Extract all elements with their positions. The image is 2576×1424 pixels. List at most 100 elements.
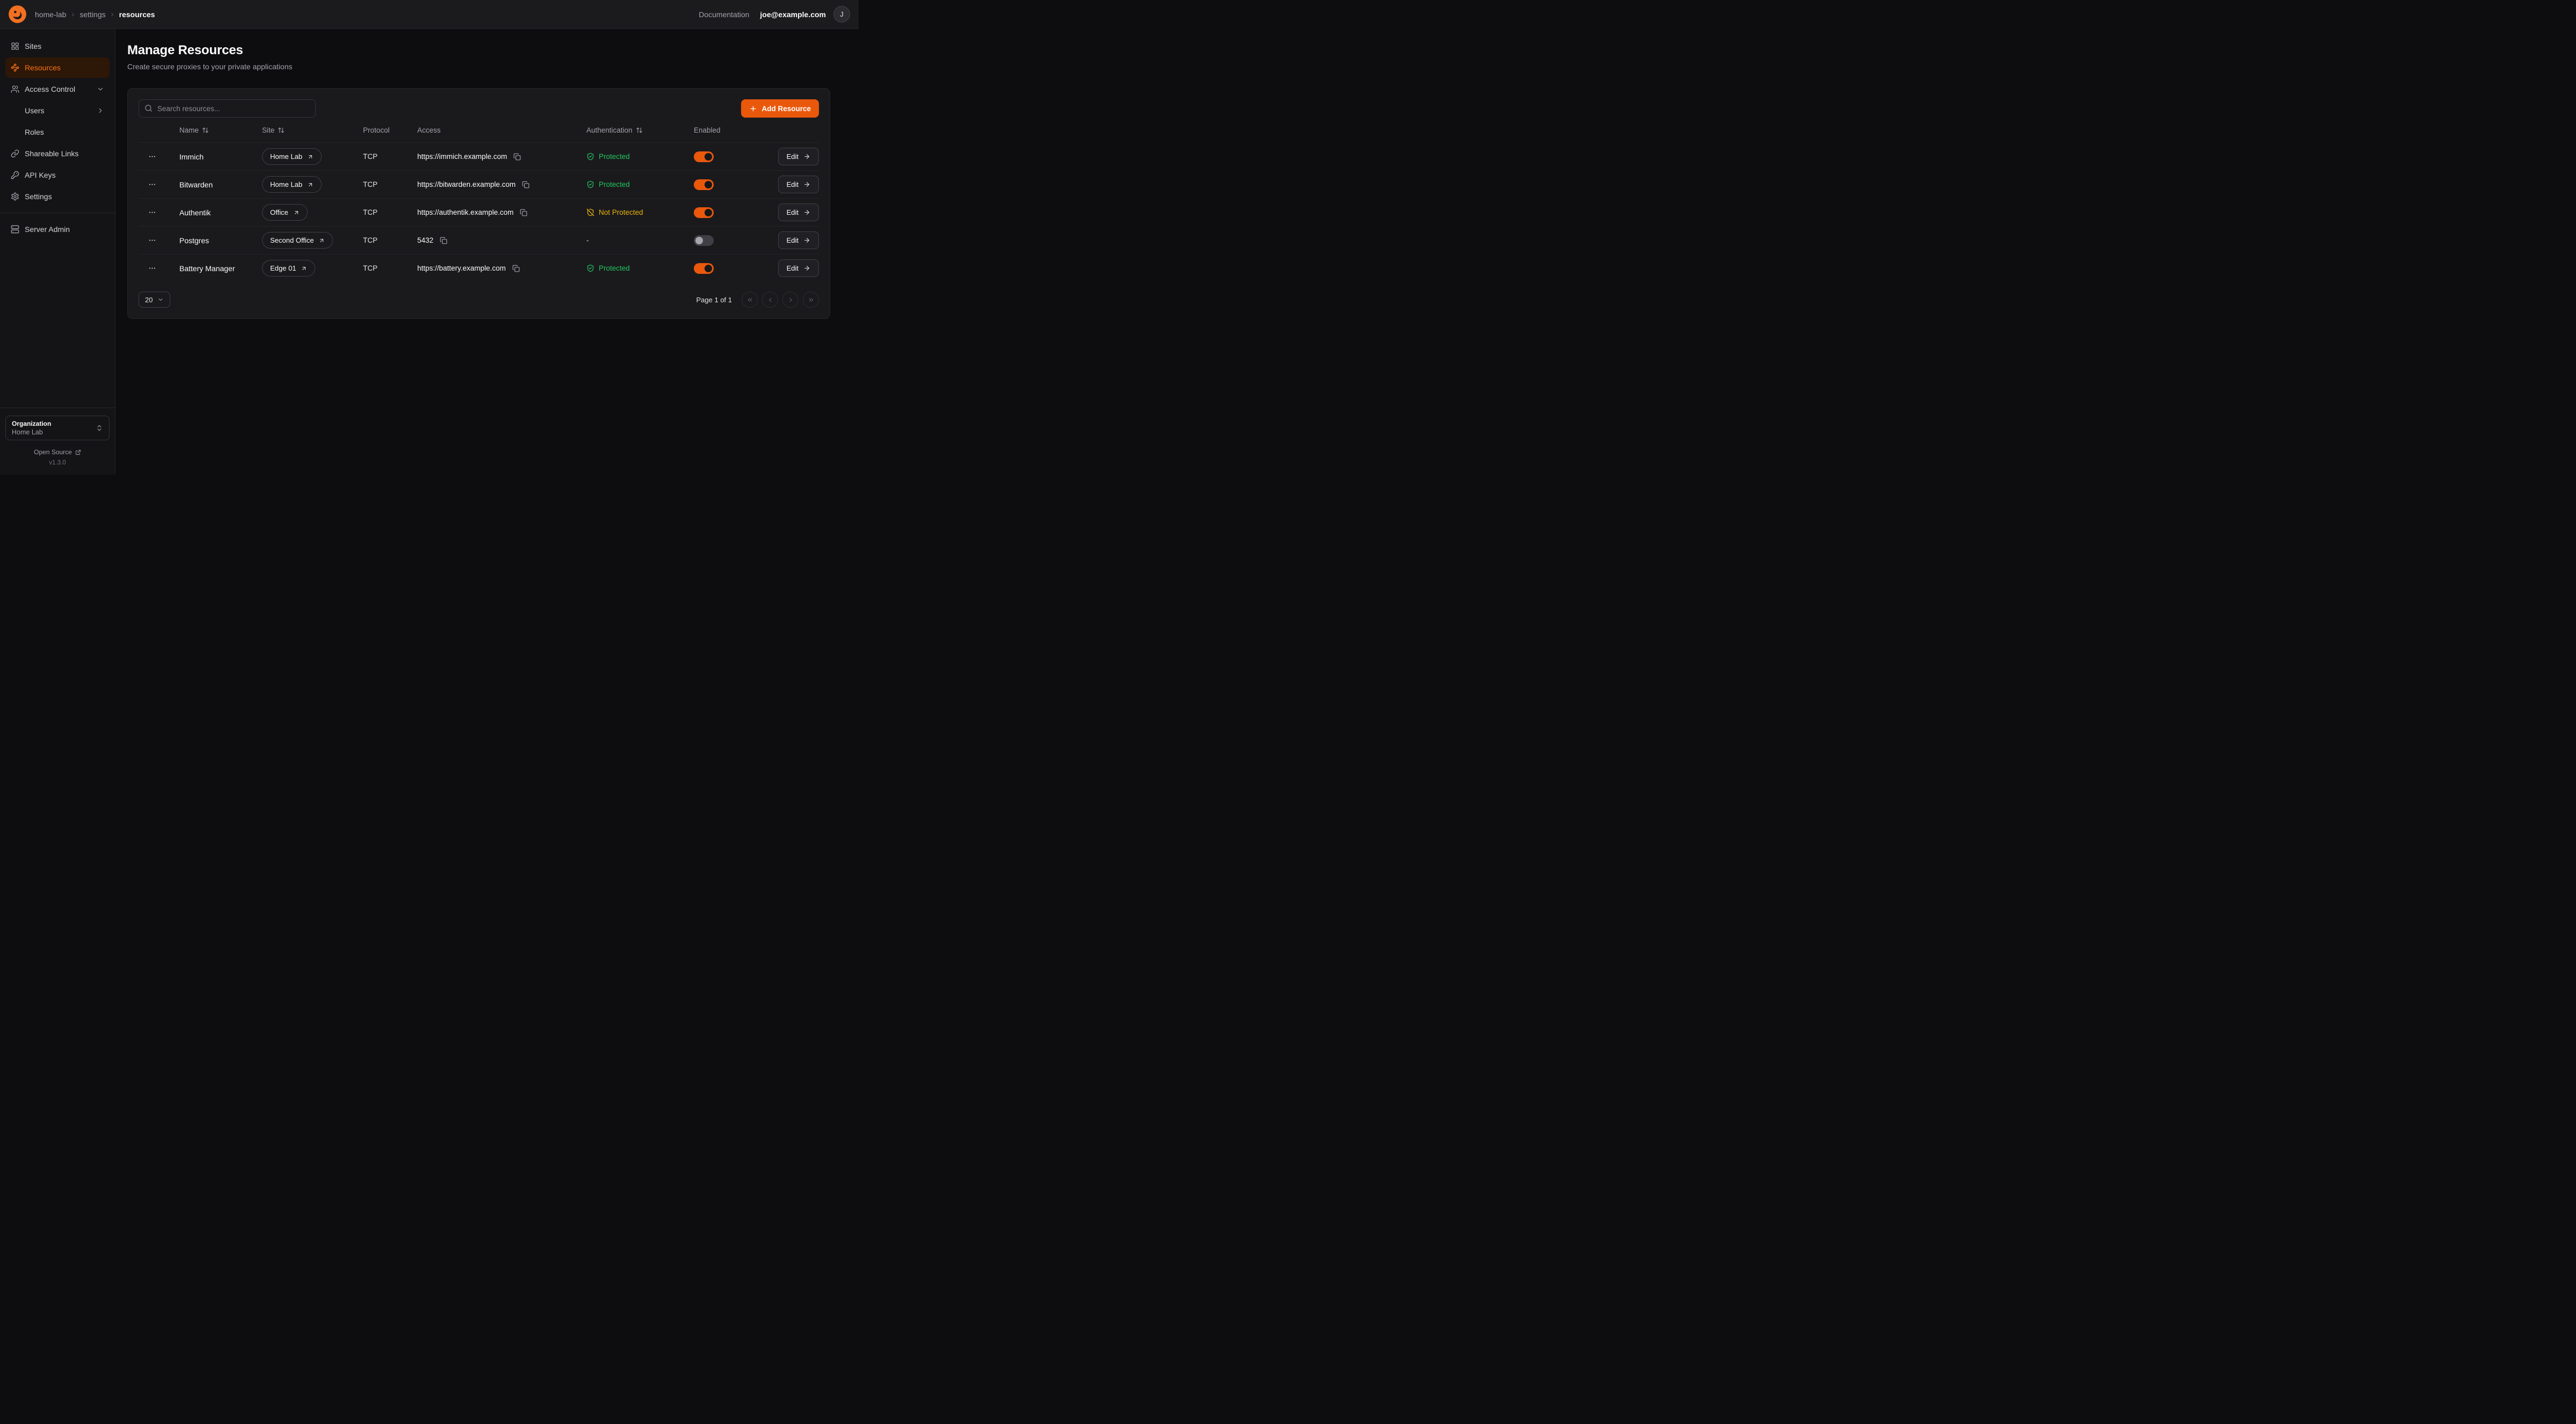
- search-input[interactable]: [139, 99, 316, 118]
- toggle-knob: [705, 153, 712, 161]
- copy-icon: [512, 265, 520, 272]
- previous-page-button[interactable]: [762, 292, 778, 308]
- access-value: 5432: [417, 236, 433, 244]
- column-header-protocol: Protocol: [363, 126, 417, 134]
- search-icon: [144, 104, 153, 112]
- copy-button[interactable]: [521, 180, 531, 190]
- protocol-value: TCP: [363, 208, 417, 216]
- breadcrumb: home-lab settings resources: [35, 10, 155, 19]
- edit-button-label: Edit: [787, 208, 799, 216]
- sidebar-item-users[interactable]: Users: [5, 100, 110, 121]
- auth-label: -: [586, 236, 589, 244]
- copy-button[interactable]: [512, 152, 522, 162]
- copy-button[interactable]: [519, 208, 528, 217]
- sort-icon: [202, 127, 209, 134]
- edit-button[interactable]: Edit: [778, 176, 819, 193]
- sidebar-item-resources[interactable]: Resources: [5, 57, 110, 78]
- row-actions-button[interactable]: [146, 234, 158, 246]
- auth-label: Not Protected: [599, 208, 643, 216]
- site-link[interactable]: Home Lab: [262, 148, 322, 165]
- auth-status: Protected: [586, 264, 694, 272]
- breadcrumb-home-lab[interactable]: home-lab: [35, 10, 66, 19]
- sidebar-item-label: API Keys: [25, 171, 56, 179]
- sidebar-item-shareable-links[interactable]: Shareable Links: [5, 143, 110, 164]
- copy-icon: [440, 237, 447, 244]
- add-resource-button[interactable]: Add Resource: [741, 99, 819, 118]
- breadcrumb-settings[interactable]: settings: [79, 10, 105, 19]
- enabled-toggle[interactable]: [694, 151, 714, 162]
- arrow-up-right-icon: [293, 209, 300, 216]
- sidebar-item-roles[interactable]: Roles: [5, 122, 110, 142]
- column-header-authentication[interactable]: Authentication: [586, 126, 694, 134]
- copy-icon: [513, 153, 521, 161]
- organization-selector[interactable]: Organization Home Lab: [5, 416, 110, 440]
- column-header-access: Access: [417, 126, 586, 134]
- copy-button[interactable]: [511, 264, 521, 273]
- site-link[interactable]: Office: [262, 204, 308, 221]
- toggle-knob: [705, 209, 712, 216]
- table-row: Immich Home Lab TCP https://immich.examp…: [139, 142, 819, 170]
- edit-button[interactable]: Edit: [778, 231, 819, 249]
- sidebar-item-server-admin[interactable]: Server Admin: [5, 219, 110, 239]
- gear-icon: [11, 192, 19, 201]
- site-link[interactable]: Home Lab: [262, 176, 322, 193]
- enabled-toggle[interactable]: [694, 235, 714, 246]
- site-name: Office: [270, 208, 288, 216]
- arrow-up-right-icon: [307, 154, 314, 160]
- site-link[interactable]: Second Office: [262, 232, 333, 249]
- chevrons-left-icon: [746, 296, 753, 303]
- page-size-select[interactable]: 20: [139, 292, 170, 308]
- arrow-right-icon: [803, 265, 810, 272]
- edit-button[interactable]: Edit: [778, 204, 819, 221]
- sidebar-item-access-control[interactable]: Access Control: [5, 79, 110, 99]
- row-actions-button[interactable]: [146, 178, 158, 191]
- enabled-toggle[interactable]: [694, 207, 714, 218]
- auth-status: Not Protected: [586, 208, 694, 216]
- edit-button-label: Edit: [787, 264, 799, 272]
- organization-label: Organization: [12, 420, 51, 427]
- next-page-button[interactable]: [782, 292, 799, 308]
- sites-icon: [11, 42, 19, 50]
- toggle-knob: [705, 181, 712, 188]
- table-row: Authentik Office TCP https://authentik.e…: [139, 198, 819, 226]
- site-name: Home Lab: [270, 152, 302, 161]
- enabled-toggle[interactable]: [694, 179, 714, 190]
- site-link[interactable]: Edge 01: [262, 260, 315, 277]
- sidebar-item-label: Shareable Links: [25, 149, 78, 158]
- user-menu[interactable]: joe@example.com J: [760, 6, 850, 23]
- row-actions-button[interactable]: [146, 150, 158, 163]
- sidebar-item-sites[interactable]: Sites: [5, 36, 110, 56]
- last-page-button[interactable]: [803, 292, 819, 308]
- auth-label: Protected: [599, 180, 630, 188]
- access-value: https://battery.example.com: [417, 264, 506, 272]
- open-source-link[interactable]: Open Source: [5, 448, 110, 456]
- sidebar-item-settings[interactable]: Settings: [5, 186, 110, 207]
- column-header-site[interactable]: Site: [262, 126, 363, 134]
- access-value: https://immich.example.com: [417, 152, 507, 161]
- table-row: Battery Manager Edge 01 TCP https://batt…: [139, 254, 819, 282]
- row-actions-button[interactable]: [146, 262, 158, 274]
- protocol-value: TCP: [363, 236, 417, 244]
- copy-button[interactable]: [439, 236, 448, 245]
- sidebar-item-api-keys[interactable]: API Keys: [5, 165, 110, 185]
- documentation-link[interactable]: Documentation: [699, 10, 749, 19]
- edit-button[interactable]: Edit: [778, 259, 819, 277]
- column-header-name[interactable]: Name: [179, 126, 262, 134]
- avatar: J: [833, 6, 850, 23]
- enabled-toggle[interactable]: [694, 263, 714, 274]
- arrow-right-icon: [803, 237, 810, 244]
- shield-off-icon: [586, 208, 594, 216]
- add-resource-label: Add Resource: [761, 105, 811, 113]
- row-actions-button[interactable]: [146, 206, 158, 219]
- table-row: Bitwarden Home Lab TCP https://bitwarden…: [139, 170, 819, 198]
- pagination-label: Page 1 of 1: [696, 296, 732, 304]
- breadcrumb-current: resources: [119, 10, 155, 19]
- first-page-button[interactable]: [742, 292, 758, 308]
- chevron-down-icon: [97, 85, 104, 93]
- table-row: Postgres Second Office TCP 5432: [139, 226, 819, 254]
- chevron-right-icon: [97, 107, 104, 114]
- arrow-up-right-icon: [318, 237, 325, 244]
- edit-button[interactable]: Edit: [778, 148, 819, 165]
- topbar: home-lab settings resources Documentatio…: [0, 0, 859, 29]
- shield-check-icon: [586, 152, 594, 161]
